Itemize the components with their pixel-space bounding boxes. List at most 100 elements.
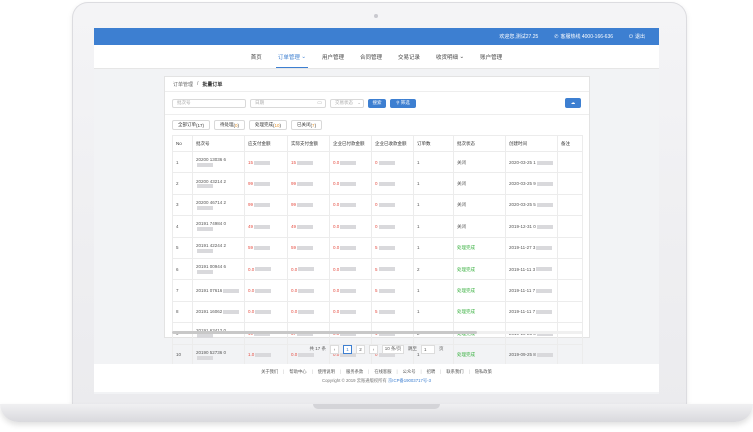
cell-batch-value: 20191 07616 xyxy=(196,288,223,294)
redacted-mask xyxy=(378,246,395,251)
footer-sep: | xyxy=(396,369,398,374)
cell-ent-paid-value: 0.0 xyxy=(333,288,340,294)
nav-transactions[interactable]: 交易记录 xyxy=(390,45,428,68)
cell-batch: 20191 42244 2 xyxy=(192,236,245,259)
redacted-mask xyxy=(298,310,315,315)
cell-no-value: 2 xyxy=(176,181,179,187)
footer-link[interactable]: 在线客服 xyxy=(374,369,391,375)
cell-count: 1 xyxy=(413,193,454,217)
breadcrumb-sep: / xyxy=(197,81,199,87)
cell-ent-recv: 0 xyxy=(371,215,414,238)
pager-page-2[interactable]: 2 xyxy=(356,344,365,354)
cell-ent-paid: 0.0 xyxy=(329,150,372,174)
footer-link[interactable]: 隐私政策 xyxy=(475,369,492,375)
pager-goto-input[interactable]: 1 xyxy=(421,344,435,354)
footer-link[interactable]: 帮助中心 xyxy=(289,369,306,375)
tab-all[interactable]: 全部订单(17) xyxy=(172,120,211,130)
redacted-mask xyxy=(340,267,357,272)
pager-next[interactable]: › xyxy=(369,344,378,354)
cell-count: 1 xyxy=(413,150,454,174)
redacted-mask xyxy=(298,267,315,272)
page-size-select[interactable]: 10 条/页 xyxy=(382,344,404,354)
status-select[interactable]: 交易状态 ⌄ xyxy=(330,98,364,108)
col-time: 创建时间 xyxy=(505,135,558,152)
status-placeholder: 交易状态 xyxy=(335,100,353,105)
cell-time-value: 2019-11-11 7 xyxy=(509,288,536,294)
redacted-mask xyxy=(378,203,395,208)
date-input[interactable]: 日期 ▭ xyxy=(250,98,326,108)
cell-due: 59 xyxy=(244,236,288,259)
search-button[interactable]: 搜索 xyxy=(368,98,386,108)
cell-count: 2 xyxy=(413,257,454,281)
pager-prev[interactable]: ‹ xyxy=(330,344,339,354)
redacted-mask xyxy=(297,203,314,208)
hotline-text: 客服热线 4000-166-636 xyxy=(560,34,614,40)
redacted-mask xyxy=(254,224,271,229)
nav-users[interactable]: 用户管理 xyxy=(314,45,352,68)
redacted-mask xyxy=(255,310,272,315)
redacted-mask xyxy=(340,288,357,293)
footer-link[interactable]: 关于我们 xyxy=(261,369,278,375)
pager-page-1[interactable]: 1 xyxy=(343,344,352,354)
cell-paid-value: 99 xyxy=(291,202,297,208)
batch-no-input[interactable]: 批次号 xyxy=(172,98,246,108)
tab-pending[interactable]: 待处理(0) xyxy=(214,120,246,130)
footer-sep: | xyxy=(339,369,342,374)
redacted-mask xyxy=(378,224,395,229)
main-nav: 首页 订单管理 ⌄ 用户管理 合同管理 交易记录 收货明细 ⌄ 账户管理 xyxy=(94,45,659,69)
export-button[interactable]: ☁ xyxy=(565,98,581,108)
footer-sep: | xyxy=(468,369,470,374)
footer-link[interactable]: 招聘 xyxy=(427,369,436,375)
nav-orders[interactable]: 订单管理 ⌄ xyxy=(270,45,314,68)
cell-time-value: 2020-03-25 1 xyxy=(509,159,536,165)
cell-ent-paid-value: 0.0 xyxy=(333,202,340,208)
filter-button[interactable]: ⚲ 筛选 xyxy=(390,98,416,108)
redacted-mask xyxy=(255,267,272,272)
redacted-mask xyxy=(297,181,314,186)
cell-ent-paid-value: 0.0 xyxy=(333,159,340,165)
footer-link[interactable]: 服务条款 xyxy=(346,369,363,375)
cell-batch-value: 20191 00944 6 xyxy=(196,264,227,270)
cell-status-value: 关闭 xyxy=(457,223,466,229)
tab-done-count: 10 xyxy=(274,122,280,128)
nav-home[interactable]: 首页 xyxy=(243,45,270,68)
tab-done[interactable]: 处理完成(10) xyxy=(249,120,288,130)
cell-due-value: 99 xyxy=(248,181,254,187)
redacted-mask xyxy=(254,160,271,165)
footer-link[interactable]: 公众号 xyxy=(403,369,416,375)
tab-closed[interactable]: 已关闭(7) xyxy=(291,120,323,130)
cell-ent-recv: 0 xyxy=(371,150,414,174)
cell-due: 15 xyxy=(244,150,288,174)
cell-count: 1 xyxy=(413,236,454,259)
icp-link[interactable]: 京ICP备19003717号-3 xyxy=(388,378,431,383)
col-due: 应支付金额 xyxy=(244,135,288,152)
redacted-mask xyxy=(340,181,357,186)
logout-label: 退出 xyxy=(634,34,645,40)
cell-paid-value: 0.0 xyxy=(291,288,298,294)
cell-time: 2019-11-11 3 xyxy=(505,257,558,281)
cell-paid: 0.0 xyxy=(287,279,330,302)
footer-link[interactable]: 联系我们 xyxy=(446,369,463,375)
cell-batch: 20191 74984 0 xyxy=(192,215,245,238)
cell-paid: 59 xyxy=(287,236,330,259)
horizontal-scrollbar[interactable] xyxy=(172,331,582,334)
app-screen: 欢迎您,测试27.25 ✆ 客服热线 4000-166-636 ⏻ 退出 首页 订单… xyxy=(94,28,659,394)
cell-paid: 15 xyxy=(287,150,330,174)
cell-ent-paid: 0.0 xyxy=(329,172,372,195)
footer-link[interactable]: 使用说明 xyxy=(318,369,335,375)
cell-no-value: 3 xyxy=(176,202,179,208)
cell-paid-value: 99 xyxy=(291,181,297,187)
breadcrumb-parent[interactable]: 订单管理 xyxy=(173,81,193,88)
cell-batch-value: 20200 46714 2 xyxy=(196,199,227,205)
logout-link[interactable]: ⏻ 退出 xyxy=(629,33,645,40)
filter-bar: 批次号 日期 ▭ 交易状态 ⌄ 搜索 ⚲ 筛选 ☁ xyxy=(165,92,589,115)
nav-contracts[interactable]: 合同管理 xyxy=(352,45,390,68)
redacted-mask xyxy=(536,160,553,165)
cell-count-value: 1 xyxy=(417,159,420,165)
scrollbar-thumb[interactable] xyxy=(172,331,477,334)
redacted-mask xyxy=(536,224,553,229)
nav-receipts[interactable]: 收货明细 ⌄ xyxy=(428,45,472,68)
redacted-mask xyxy=(255,288,272,293)
cell-time-value: 2020-03-25 5 xyxy=(509,202,536,208)
nav-account[interactable]: 账户管理 xyxy=(472,45,510,68)
